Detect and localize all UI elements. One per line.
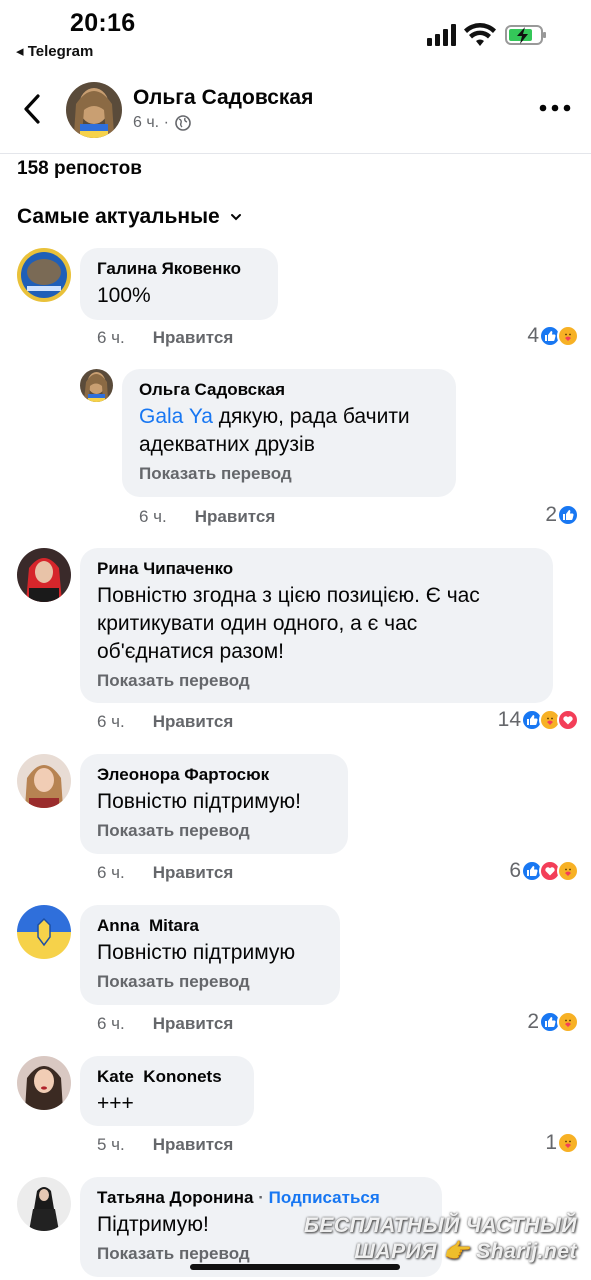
globe-icon bbox=[175, 115, 191, 131]
commenter-avatar[interactable] bbox=[17, 905, 71, 959]
commenter-avatar[interactable] bbox=[17, 754, 71, 808]
commenter-name[interactable]: Галина Яковенко bbox=[97, 258, 262, 280]
show-translation-link[interactable]: Показать перевод bbox=[97, 971, 324, 993]
home-indicator[interactable] bbox=[190, 1264, 400, 1270]
commenter-name[interactable]: Рина Чипаченко bbox=[97, 558, 537, 580]
commenter-avatar[interactable] bbox=[17, 1056, 71, 1110]
reaction-count: 6 bbox=[509, 859, 521, 882]
show-translation-link[interactable]: Показать перевод bbox=[97, 820, 332, 842]
post-meta: 6 ч. · bbox=[133, 114, 191, 132]
post-time: 6 ч. · bbox=[133, 114, 169, 131]
reaction-count: 2 bbox=[545, 503, 557, 526]
author-avatar[interactable] bbox=[66, 82, 122, 138]
reply-text: Gala Ya дякую, рада бачити адекватних др… bbox=[139, 403, 440, 459]
show-translation-link[interactable]: Показать перевод bbox=[97, 670, 537, 692]
comment-time: 6 ч. bbox=[97, 712, 125, 731]
status-time: 20:16 bbox=[70, 9, 136, 37]
reaction-count: 2 bbox=[527, 1010, 539, 1033]
comment-text: Повністю підтримую bbox=[97, 941, 296, 964]
comment-actions: 6 ч. Нравится bbox=[97, 328, 233, 348]
comment-actions: 6 ч. Нравится bbox=[97, 1014, 233, 1034]
reaction-count: 4 bbox=[527, 324, 539, 347]
reactions-summary[interactable]: 6 bbox=[509, 859, 579, 883]
reactions-summary[interactable]: 4 bbox=[527, 324, 579, 348]
reply-bubble: Ольга Садовская Gala Ya дякую, рада бачи… bbox=[122, 369, 456, 497]
commenter-name[interactable]: Anna Mitara bbox=[97, 915, 324, 937]
comment-text: +++ bbox=[97, 1092, 134, 1115]
separator-dot: · bbox=[258, 1188, 264, 1207]
like-button[interactable]: Нравится bbox=[153, 712, 234, 732]
like-button[interactable]: Нравится bbox=[153, 328, 234, 348]
care-reaction-icon bbox=[557, 1132, 579, 1154]
commenter-name[interactable]: Татьяна Доронина bbox=[97, 1188, 253, 1207]
reactions-summary[interactable]: 2 bbox=[545, 503, 579, 527]
comment-bubble: Элеонора Фартосюк Повністю підтримую! По… bbox=[80, 754, 348, 854]
comment-bubble: Рина Чипаченко Повністю згодна з цією по… bbox=[80, 548, 553, 703]
comment-actions: 6 ч. Нравится bbox=[97, 712, 233, 732]
comment-time: 6 ч. bbox=[97, 1014, 125, 1033]
more-options-icon[interactable] bbox=[539, 104, 571, 112]
comment-text: Повністю підтримую! bbox=[97, 790, 301, 813]
watermark: БЕСПЛАТНЫЙ ЧАСТНЫЙ ШАРИЯ 👉 Sharij.net bbox=[304, 1213, 577, 1265]
comment-actions: 5 ч. Нравится bbox=[97, 1135, 233, 1155]
back-to-telegram-link[interactable]: ◂ Telegram bbox=[16, 42, 93, 60]
author-name[interactable]: Ольга Садовская bbox=[133, 86, 313, 110]
comment-time: 6 ч. bbox=[139, 507, 167, 526]
reply-author-name[interactable]: Ольга Садовская bbox=[139, 379, 440, 401]
like-button[interactable]: Нравится bbox=[153, 1014, 234, 1034]
reply-actions: 6 ч. Нравится bbox=[139, 507, 275, 527]
comment-bubble: Галина Яковенко 100% bbox=[80, 248, 278, 320]
reactions-summary[interactable]: 1 bbox=[545, 1131, 579, 1155]
comment-time: 6 ч. bbox=[97, 863, 125, 882]
like-button[interactable]: Нравится bbox=[153, 863, 234, 883]
commenter-name[interactable]: Kate Kononets bbox=[97, 1066, 238, 1088]
reactions-summary[interactable]: 14 bbox=[498, 708, 579, 732]
reposts-count[interactable]: 158 репостов bbox=[17, 158, 142, 180]
reply-avatar[interactable] bbox=[80, 369, 113, 402]
care-reaction-icon bbox=[557, 325, 579, 347]
comment-text: 100% bbox=[97, 284, 151, 307]
signal-icon bbox=[427, 24, 456, 46]
comment-time: 6 ч. bbox=[97, 328, 125, 347]
subscribe-button[interactable]: Подписаться bbox=[269, 1188, 380, 1207]
care-reaction-icon bbox=[557, 860, 579, 882]
love-reaction-icon bbox=[557, 709, 579, 731]
sort-label: Самые актуальные bbox=[17, 205, 220, 228]
back-arrow-icon[interactable] bbox=[20, 92, 46, 126]
like-button[interactable]: Нравится bbox=[153, 1135, 234, 1155]
commenter-name[interactable]: Элеонора Фартосюк bbox=[97, 764, 332, 786]
comment-bubble: Kate Kononets +++ bbox=[80, 1056, 254, 1126]
watermark-line-1: БЕСПЛАТНЫЙ ЧАСТНЫЙ bbox=[304, 1214, 577, 1237]
commenter-avatar[interactable] bbox=[17, 1177, 71, 1231]
status-icons bbox=[427, 23, 546, 46]
reaction-count: 14 bbox=[497, 708, 521, 731]
comment-bubble: Anna Mitara Повністю підтримую Показать … bbox=[80, 905, 340, 1005]
comment-actions: 6 ч. Нравится bbox=[97, 863, 233, 883]
watermark-line-2: ШАРИЯ 👉 Sharij.net bbox=[354, 1240, 577, 1263]
like-reaction-icon bbox=[557, 504, 579, 526]
header-divider bbox=[0, 153, 591, 154]
chevron-down-icon bbox=[230, 214, 241, 221]
reaction-count: 1 bbox=[545, 1131, 557, 1154]
comment-time: 5 ч. bbox=[97, 1135, 125, 1154]
commenter-name-row: Татьяна Доронина · Подписаться bbox=[97, 1187, 426, 1209]
battery-charging-icon bbox=[505, 25, 546, 45]
wifi-icon bbox=[464, 23, 496, 46]
reactions-summary[interactable]: 2 bbox=[527, 1010, 579, 1034]
mention-link[interactable]: Gala Ya bbox=[139, 405, 213, 428]
comment-text: Повністю згодна з цією позицією. Є час к… bbox=[97, 584, 480, 663]
commenter-avatar[interactable] bbox=[17, 548, 71, 602]
show-translation-link[interactable]: Показать перевод bbox=[139, 463, 440, 485]
care-reaction-icon bbox=[557, 1011, 579, 1033]
like-button[interactable]: Нравится bbox=[195, 507, 276, 527]
commenter-avatar[interactable] bbox=[17, 248, 71, 302]
sort-dropdown[interactable]: Самые актуальные bbox=[17, 205, 242, 229]
